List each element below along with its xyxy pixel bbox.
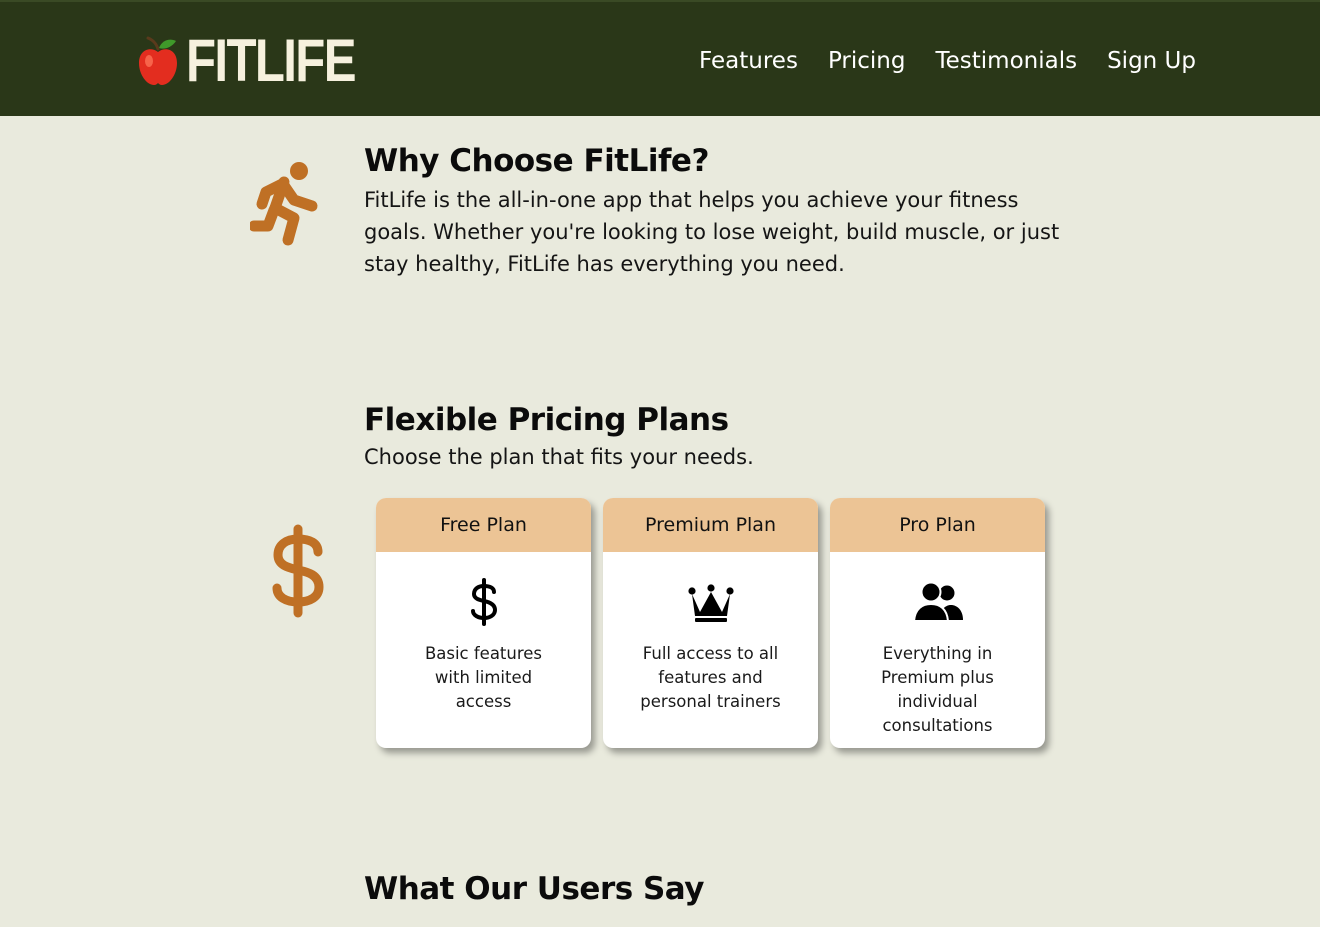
main-nav: Features Pricing Testimonials Sign Up	[699, 46, 1196, 76]
plan-card-description: Everything in Premium plus individual co…	[881, 644, 994, 735]
plan-card-free[interactable]: Free Plan Basic features with limited ac…	[376, 498, 591, 748]
plan-card-title: Premium Plan	[603, 498, 818, 552]
plan-card-description: Basic features with limited access	[424, 644, 543, 711]
nav-link-features[interactable]: Features	[699, 46, 798, 76]
logo[interactable]: FITLIFE	[136, 27, 392, 94]
top-navbar: FITLIFE Features Pricing Testimonials Si…	[0, 0, 1320, 116]
why-section-title: Why Choose FitLife?	[364, 143, 709, 179]
apple-icon	[139, 36, 177, 85]
plan-card-title: Free Plan	[376, 498, 591, 552]
users-icon	[912, 581, 963, 622]
nav-link-pricing[interactable]: Pricing	[828, 46, 906, 76]
plan-card-pro[interactable]: Pro Plan Everything in Premium plus indi…	[830, 498, 1045, 748]
running-person-icon	[250, 162, 318, 246]
plan-card-description: Full access to all features and personal…	[640, 644, 781, 711]
pricing-section-title: Flexible Pricing Plans	[364, 402, 729, 438]
pricing-section-subtitle: Choose the plan that fits your needs.	[364, 445, 754, 469]
plan-card-title: Pro Plan	[830, 498, 1045, 552]
nav-link-testimonials[interactable]: Testimonials	[935, 46, 1077, 76]
testimonials-section-title: What Our Users Say	[364, 871, 704, 907]
dollar-icon	[272, 524, 324, 618]
crown-icon	[687, 584, 734, 622]
logo-text: FITLIFE	[186, 27, 357, 94]
why-section-text: FitLife is the all-in-one app that helps…	[364, 188, 1060, 276]
nav-link-sign-up[interactable]: Sign Up	[1107, 46, 1196, 76]
dollar-icon	[470, 578, 497, 626]
pricing-cards: Free Plan Basic features with limited ac…	[376, 498, 1045, 748]
plan-card-premium[interactable]: Premium Plan Full access to all features…	[603, 498, 818, 748]
